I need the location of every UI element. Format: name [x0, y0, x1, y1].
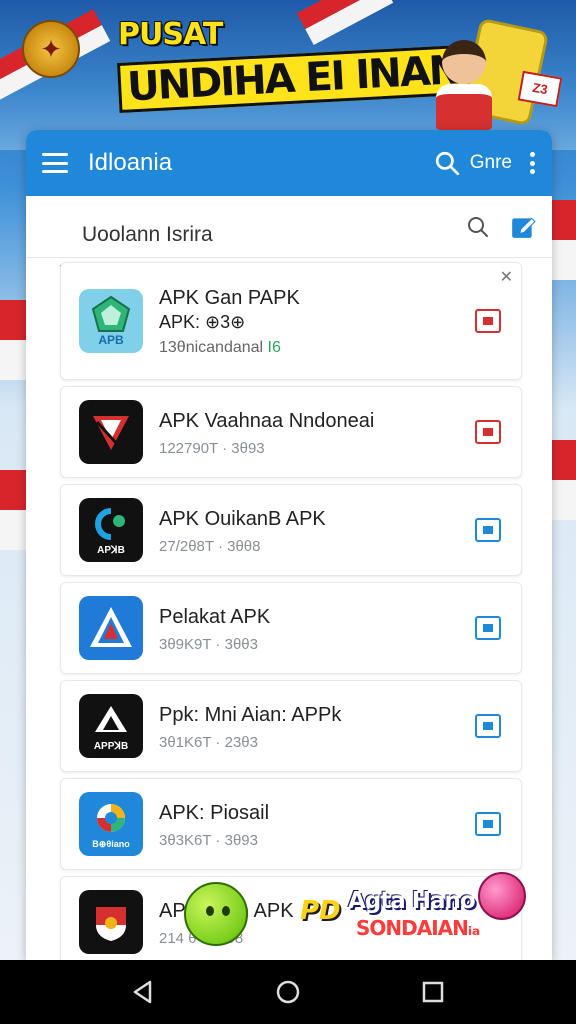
edit-icon[interactable] [510, 214, 536, 240]
list-item-subtitle: APK: ⊕3⊕ [159, 312, 246, 333]
app-icon-label: B⊕θiano [92, 839, 130, 849]
more-vert-icon[interactable] [530, 152, 536, 174]
app-icon-label: APꓘB [97, 545, 125, 556]
search-icon[interactable] [434, 150, 460, 176]
mascot-illustration [428, 40, 498, 132]
list-item-title: Pelakat APK [159, 605, 271, 628]
app-icon: APꓘB [79, 498, 143, 562]
list-item[interactable]: B⊕θiano APK: Piosail 3θ3K6T · 3θ93 [60, 778, 522, 870]
promo-sticker: PD Agta Hano SONDAIANᵢₐ [300, 872, 530, 950]
list-item-text: Pelakat APK 3θ9K9T · 3θθ3 [159, 604, 475, 653]
list-item-text: APK Vaahnaa Nndoneai 122790T · 3θ93 [159, 408, 475, 457]
app-list: APB APK Gan PAPK APK: ⊕3⊕ 13θnicandanal … [26, 258, 552, 960]
search-icon[interactable] [466, 215, 490, 239]
tab-bar: Uoolann Isrira [26, 196, 552, 268]
promo-line2: SONDAIANᵢₐ [356, 916, 480, 940]
list-item-text: APK: Piosail 3θ3K6T · 3θ93 [159, 800, 475, 849]
list-item[interactable]: APPꓘB Ppk: Mni Aian: APPk 3θ1K6T · 23θ3 [60, 680, 522, 772]
download-button[interactable] [475, 420, 501, 444]
promo-pd-text: PD [300, 896, 341, 926]
app-icon-label: APPꓘB [93, 741, 129, 752]
list-item[interactable]: APK Vaahnaa Nndoneai 122790T · 3θ93 [60, 386, 522, 478]
promo-line1: Agta Hano [348, 888, 476, 914]
appbar-action-button[interactable]: Gnre [470, 152, 512, 174]
app-icon: B⊕θiano [79, 792, 143, 856]
list-item-meta: 3θ9K9T · 3θθ3 [159, 635, 258, 653]
flag-decoration [0, 470, 26, 550]
ball-illustration [478, 872, 526, 920]
back-icon[interactable] [123, 972, 163, 1012]
download-button[interactable] [475, 714, 501, 738]
list-item-title: APK OuikanB APK [159, 507, 326, 530]
download-button[interactable] [475, 616, 501, 640]
download-button[interactable] [475, 309, 501, 333]
list-item-meta: 122790T · 3θ93 [159, 439, 265, 457]
list-item-title: APK Gan PAPK [159, 287, 300, 310]
app-window: Idloania Gnre Uoolann Isrira APB APK Gan… [26, 130, 552, 960]
list-item-text: Ppk: Mni Aian: APPk 3θ1K6T · 23θ3 [159, 702, 475, 751]
app-icon: APPꓘB [79, 694, 143, 758]
list-item[interactable]: APꓘB APK OuikanB APK 27/2θ8T · 3θθ8 [60, 484, 522, 576]
list-item[interactable]: APB APK Gan PAPK APK: ⊕3⊕ 13θnicandanal … [60, 262, 522, 380]
list-item-text: APK Gan PAPK APK: ⊕3⊕ 13θnicandanal I6 [159, 285, 475, 356]
flag-decoration [552, 440, 576, 520]
list-item-meta: 3θ1K6T · 23θ3 [159, 733, 258, 751]
list-item-meta: 13θnicandanal I6 [159, 338, 281, 356]
list-item-meta: 3θ3K6T · 3θ93 [159, 831, 258, 849]
app-title: Idloania [88, 149, 173, 176]
tab-active[interactable]: Uoolann Isrira [60, 205, 250, 268]
list-item-text: APK OuikanB APK 27/2θ8T · 3θθ8 [159, 506, 475, 555]
system-nav-bar [0, 960, 576, 1024]
list-item-title: APK Vaahnaa Nndoneai [159, 409, 375, 432]
app-icon [79, 400, 143, 464]
garuda-emblem-icon: ✦ [22, 20, 80, 78]
mascot-blob-illustration [184, 882, 248, 946]
app-icon [79, 596, 143, 660]
promo-banner: ✦ PUSAT UNDIHA EI INANSIA Z3 [0, 0, 576, 150]
home-icon[interactable] [268, 972, 308, 1012]
app-bar: Idloania Gnre [26, 130, 552, 196]
list-item[interactable]: Pelakat APK 3θ9K9T · 3θθ3 [60, 582, 522, 674]
flag-decoration [552, 200, 576, 280]
app-icon [79, 890, 143, 954]
recents-icon[interactable] [413, 972, 453, 1012]
list-item-title: APK: Piosail [159, 801, 270, 824]
menu-icon[interactable] [42, 153, 68, 173]
list-item-title: Ppk: Mni Aian: APPk [159, 703, 342, 726]
app-icon: APB [79, 289, 143, 353]
download-button[interactable] [475, 518, 501, 542]
download-button[interactable] [475, 812, 501, 836]
list-item-meta: 27/2θ8T · 3θθ8 [159, 537, 261, 555]
app-icon-label: APB [98, 333, 124, 347]
close-icon[interactable]: ✕ [500, 267, 513, 287]
